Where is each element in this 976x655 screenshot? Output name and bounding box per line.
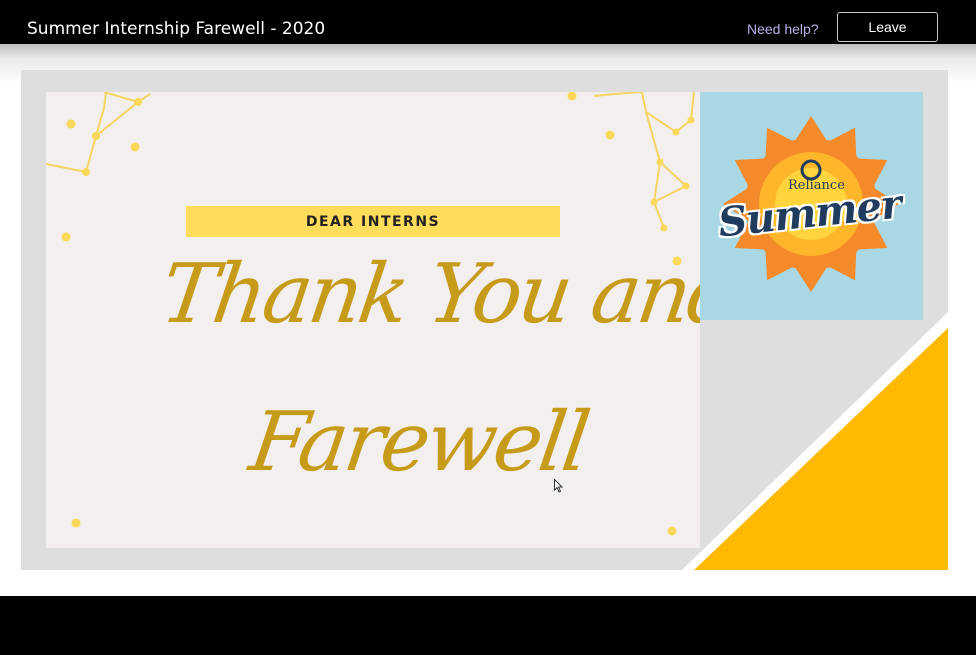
leave-button[interactable]: Leave	[837, 12, 938, 42]
presentation-stage: DEAR INTERNS Thank You and Farewell Reli…	[0, 44, 976, 596]
mouse-pointer-icon	[554, 479, 564, 493]
need-help-link[interactable]: Need help?	[747, 21, 819, 37]
headline-line-1: Thank You and	[155, 247, 700, 342]
headline-line-2: Farewell	[244, 395, 593, 490]
shared-slide: DEAR INTERNS Thank You and Farewell Reli…	[21, 70, 948, 570]
reliance-summer-logo: Reliance Summer	[700, 92, 923, 320]
slide-card: DEAR INTERNS Thank You and Farewell	[46, 92, 700, 548]
bottom-bar	[0, 596, 976, 655]
top-bar: Summer Internship Farewell - 2020 Need h…	[0, 0, 976, 44]
meeting-title: Summer Internship Farewell - 2020	[27, 19, 326, 39]
dear-interns-banner: DEAR INTERNS	[186, 206, 560, 237]
banner-text: DEAR INTERNS	[305, 213, 441, 230]
yellow-corner-triangle	[682, 312, 948, 570]
